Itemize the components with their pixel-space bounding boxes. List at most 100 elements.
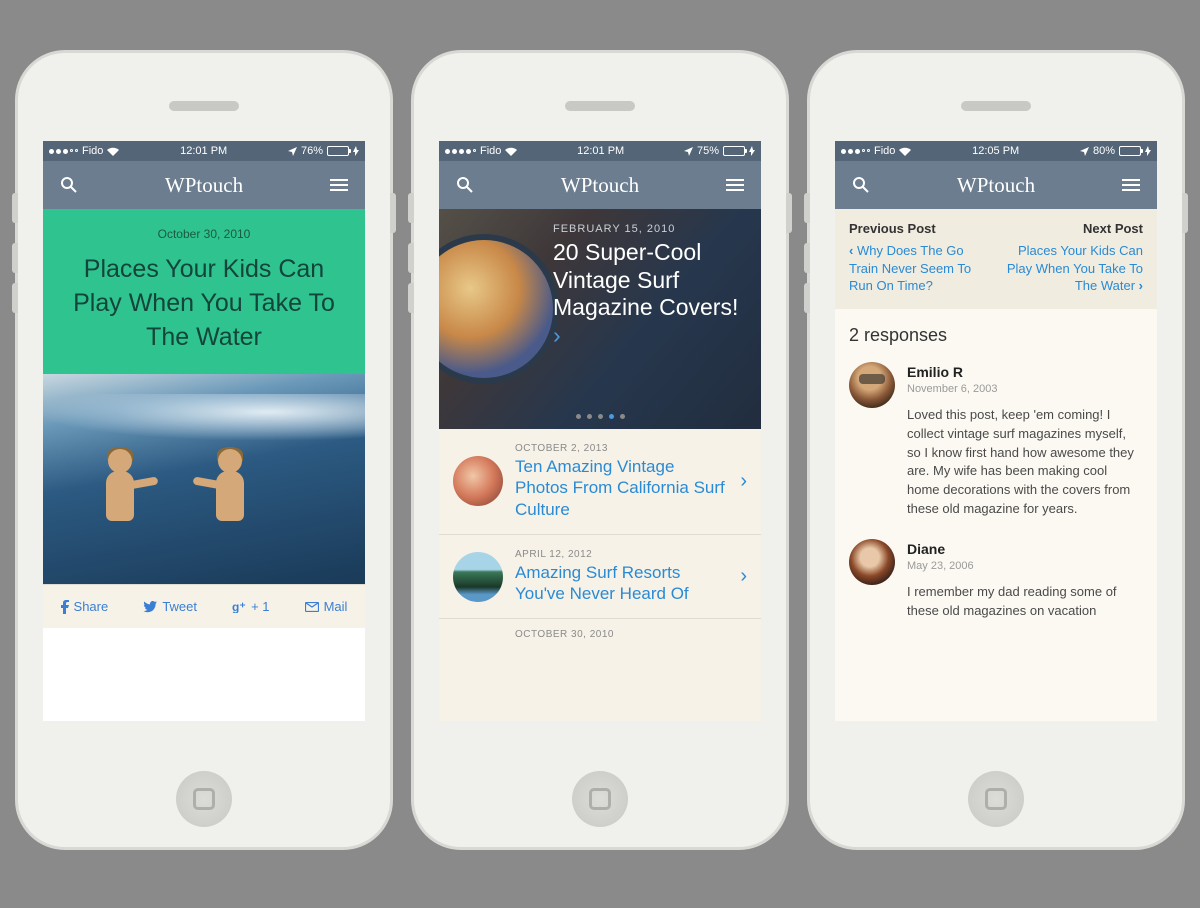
post-date: APRIL 12, 2012 [515,549,728,560]
post-navigation: Previous Post Why Does The Go Train Neve… [835,209,1157,309]
carousel-pagination[interactable] [439,414,761,419]
phone-side-button [804,243,810,273]
wifi-icon [107,147,119,156]
phone-screen: Fido 12:01 PM 76% [43,141,365,721]
menu-icon[interactable] [327,173,351,197]
post-date: OCTOBER 2, 2013 [515,443,728,454]
phone-side-button [12,193,18,223]
chevron-right-icon: › [740,565,747,588]
app-title: WPtouch [957,173,1035,198]
battery-icon [327,146,349,156]
next-post-label: Next Post [1005,221,1143,236]
signal-dots-icon [49,149,78,154]
battery-icon [723,146,745,156]
post-title: Ten Amazing Vintage Photos From Californ… [515,456,728,520]
status-bar: Fido 12:01 PM 75% [439,141,761,161]
share-mail-button[interactable]: Mail [305,599,348,614]
comments-section: 2 responses Emilio R November 6, 2003 Lo… [835,309,1157,721]
signal-dots-icon [445,149,476,154]
carousel-thumbnail [439,234,559,384]
signal-dots-icon [841,149,870,154]
post-thumbnail [453,456,503,506]
facebook-icon [61,600,69,614]
app-header: WPtouch [439,161,761,209]
wifi-icon [505,147,517,156]
charging-icon [353,146,359,156]
location-icon [684,147,693,156]
phone-side-button [408,243,414,273]
prev-post-label: Previous Post [849,221,987,236]
phone-side-button [786,193,792,233]
app-title: WPtouch [165,173,243,198]
search-icon[interactable] [453,173,477,197]
post-title: Amazing Surf Resorts You've Never Heard … [515,562,728,605]
featured-post-date: October 30, 2010 [61,227,347,241]
avatar [849,362,895,408]
share-twitter-label: Tweet [162,599,197,614]
carousel-slide[interactable]: FEBRUARY 15, 2010 20 Super-Cool Vintage … [439,209,761,429]
share-facebook-label: Share [74,599,109,614]
menu-icon[interactable] [723,173,747,197]
charging-icon [1145,146,1151,156]
app-header: WPtouch [43,161,365,209]
status-time: 12:05 PM [911,145,1080,157]
featured-post-banner[interactable]: October 30, 2010 Places Your Kids Can Pl… [43,209,365,374]
comment-item: Diane May 23, 2006 I remember my dad rea… [849,539,1143,621]
battery-pct: 76% [301,145,323,157]
share-facebook-button[interactable]: Share [61,599,109,614]
list-item[interactable]: OCTOBER 30, 2010 [439,619,761,640]
carrier-label: Fido [82,145,103,157]
list-item[interactable]: OCTOBER 2, 2013 Ten Amazing Vintage Phot… [439,429,761,535]
search-icon[interactable] [57,173,81,197]
phone-side-button [804,283,810,313]
chevron-right-icon: › [553,322,561,348]
share-mail-label: Mail [324,599,348,614]
phone-speaker [961,101,1031,111]
chevron-right-icon: › [740,470,747,493]
share-twitter-button[interactable]: Tweet [143,599,197,614]
menu-icon[interactable] [1119,173,1143,197]
share-googleplus-label: + 1 [251,599,269,614]
avatar [849,539,895,585]
phone-speaker [565,101,635,111]
phone-mockup-3: Fido 12:05 PM 80% [807,50,1185,850]
status-time: 12:01 PM [119,145,288,157]
phone-side-button [804,193,810,223]
prev-post-link[interactable]: Why Does The Go Train Never Seem To Run … [849,242,987,295]
responses-heading: 2 responses [849,325,1143,346]
phone-mockup-1: Fido 12:01 PM 76% [15,50,393,850]
comment-author: Diane [907,539,1143,559]
status-bar: Fido 12:05 PM 80% [835,141,1157,161]
share-googleplus-button[interactable]: g⁺ + 1 [232,599,269,614]
phone-side-button [12,283,18,313]
phone-side-button [408,193,414,223]
home-button[interactable] [176,771,232,827]
status-bar: Fido 12:01 PM 76% [43,141,365,161]
phone-screen: Fido 12:01 PM 75% [439,141,761,721]
googleplus-icon: g⁺ [232,601,246,613]
phone-side-button [408,283,414,313]
comment-text: I remember my dad reading some of these … [907,583,1143,621]
phone-mockup-2: Fido 12:01 PM 75% [411,50,789,850]
battery-pct: 80% [1093,145,1115,157]
phone-speaker [169,101,239,111]
list-item[interactable]: APRIL 12, 2012 Amazing Surf Resorts You'… [439,535,761,620]
battery-pct: 75% [697,145,719,157]
app-header: WPtouch [835,161,1157,209]
comment-date: May 23, 2006 [907,559,1143,575]
app-title: WPtouch [561,173,639,198]
carousel-date: FEBRUARY 15, 2010 [553,223,747,235]
featured-post-image [43,374,365,584]
svg-text:g⁺: g⁺ [232,601,246,613]
next-post-link[interactable]: Places Your Kids Can Play When You Take … [1005,242,1143,295]
comment-item: Emilio R November 6, 2003 Loved this pos… [849,362,1143,519]
search-icon[interactable] [849,173,873,197]
featured-post-title: Places Your Kids Can Play When You Take … [61,253,347,354]
share-bar: Share Tweet g⁺ + 1 Mail [43,584,365,628]
home-button[interactable] [572,771,628,827]
home-button[interactable] [968,771,1024,827]
post-thumbnail [453,552,503,602]
location-icon [1080,147,1089,156]
carousel-title: 20 Super-Cool Vintage Surf Magazine Cove… [553,239,747,349]
location-icon [288,147,297,156]
